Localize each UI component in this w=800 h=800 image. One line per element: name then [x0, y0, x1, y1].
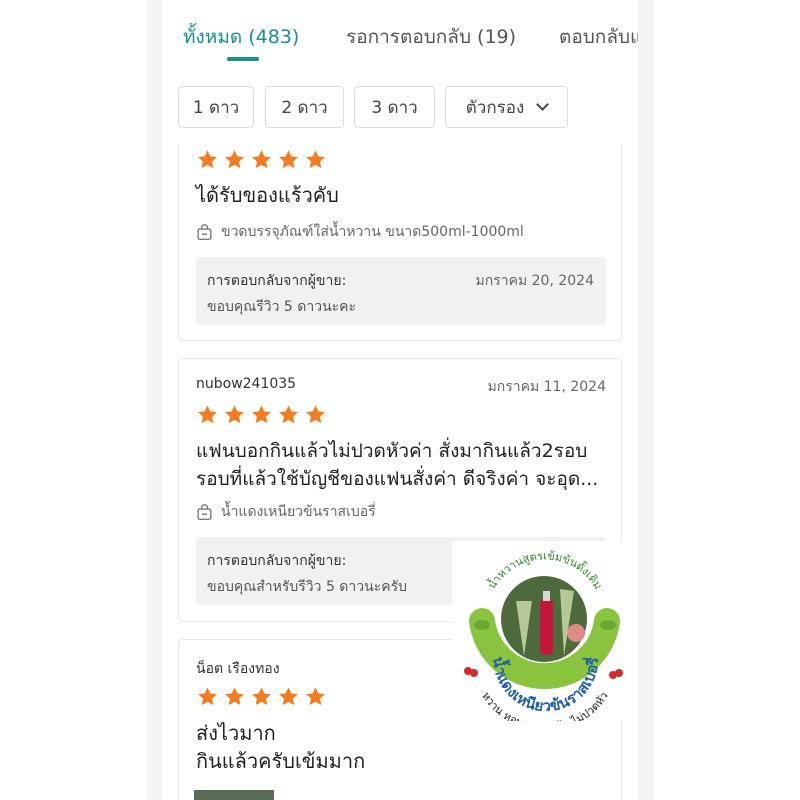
filter-dropdown[interactable]: ตัวกรอง [445, 86, 568, 128]
tab-awaiting-reply[interactable]: รอการตอบกลับ (19) [346, 22, 516, 52]
seller-reply-text: ขอบคุณรีวิว 5 ดาวนะคะ [207, 299, 357, 315]
product-variant-label: น้ำแดงเหนียวข้นราสเบอรี่ [221, 504, 376, 520]
star-rating [196, 686, 327, 708]
filter-2-star-label: 2 ดาว [281, 97, 328, 118]
star-rating [196, 149, 327, 171]
review-tabs: ทั้งหมด (483) รอการตอบกลับ (19) ตอบกลับแ [162, 0, 638, 62]
star-icon [252, 150, 271, 169]
product-variant: น้ำแดงเหนียวข้นราสเบอรี่ [196, 501, 376, 523]
star-icon [279, 150, 298, 169]
star-icon [306, 687, 325, 706]
leaf-icon [474, 620, 490, 630]
review-text-line: รอบที่แล้วใช้บัญชีของแฟนสั่งค่า ดีจริงค่… [196, 468, 599, 490]
leaf-icon [600, 620, 616, 630]
seller-reply-text: ขอบคุณสำหรับรีวิว 5 ดาวนะครับ [207, 579, 407, 595]
product-variant: ขวดบรรจุภัณฑ์ใส่น้ำหวาน ขนาด500ml-1000ml [196, 221, 524, 243]
review-date: มกราคม 11, 2024 [487, 379, 606, 395]
star-icon [225, 150, 244, 169]
filter-3-star[interactable]: 3 ดาว [354, 86, 435, 128]
star-rating [196, 404, 327, 426]
review-photo-thumbnail[interactable] [194, 790, 274, 800]
star-icon [306, 150, 325, 169]
seller-reply-title: การตอบกลับจากผู้ขาย: [207, 553, 347, 569]
review-text: ได้รับของแร้วคับ [196, 183, 339, 207]
star-icon [279, 687, 298, 706]
shopping-bag-icon [197, 503, 212, 520]
seller-reply-date: มกราคม 20, 2024 [475, 273, 594, 289]
star-icon [279, 405, 298, 424]
screenshot-frame: ทั้งหมด (483) รอการตอบกลับ (19) ตอบกลับแ… [0, 0, 800, 800]
review-text-line: กินแล้วครับเข้มมาก [196, 749, 366, 773]
active-tab-indicator [227, 57, 259, 61]
reviewer-name: nubow241035 [196, 376, 297, 392]
chevron-down-icon [536, 98, 550, 111]
filter-dropdown-label: ตัวกรอง [465, 97, 525, 118]
left-gutter [147, 0, 162, 800]
star-icon [252, 687, 271, 706]
star-icon [198, 687, 217, 706]
shopping-bag-icon [197, 223, 212, 240]
seller-reply-title: การตอบกลับจากผู้ขาย: [207, 273, 347, 289]
promo-sticker-graphic: น้ำหวานสูตรเข้มข้นดั้งเดิม น้ำแดงเหนียวข… [464, 549, 623, 734]
filter-3-star-label: 3 ดาว [371, 97, 418, 118]
tab-all[interactable]: ทั้งหมด (483) [183, 22, 299, 52]
seller-reply: การตอบกลับจากผู้ขาย: มกราคม 20, 2024 ขอบ… [196, 257, 606, 325]
review-text-line: ส่งไวมาก [196, 721, 276, 745]
bottle-icon [540, 599, 553, 655]
star-icon [225, 405, 244, 424]
right-gutter [638, 0, 654, 800]
filter-1-star-label: 1 ดาว [192, 97, 240, 118]
star-icon [306, 405, 325, 424]
reviewer-name: น็อต เรืองทอง [196, 661, 280, 677]
tab-replied[interactable]: ตอบกลับแ [559, 22, 638, 52]
star-icon [198, 150, 217, 169]
promo-sticker: น้ำหวานสูตรเข้มข้นดั้งเดิม น้ำแดงเหนียวข… [452, 541, 637, 734]
review-text: แฟนบอกกินแล้วไม่ปวดหัวค่า สั่งมากินแล้ว2… [196, 437, 616, 493]
star-icon [225, 687, 244, 706]
product-variant-label: ขวดบรรจุภัณฑ์ใส่น้ำหวาน ขนาด500ml-1000ml [221, 224, 524, 240]
star-icon [198, 405, 217, 424]
review-card: ได้รับของแร้วคับ ขวดบรรจุภัณฑ์ใส่น้ำหวาน… [178, 145, 622, 341]
star-icon [252, 405, 271, 424]
filter-1-star[interactable]: 1 ดาว [178, 86, 254, 128]
filter-2-star[interactable]: 2 ดาว [265, 86, 344, 128]
review-text: ส่งไวมาก กินแล้วครับเข้มมาก [196, 719, 616, 775]
review-text-line: แฟนบอกกินแล้วไม่ปวดหัวค่า สั่งมากินแล้ว2… [196, 440, 588, 462]
